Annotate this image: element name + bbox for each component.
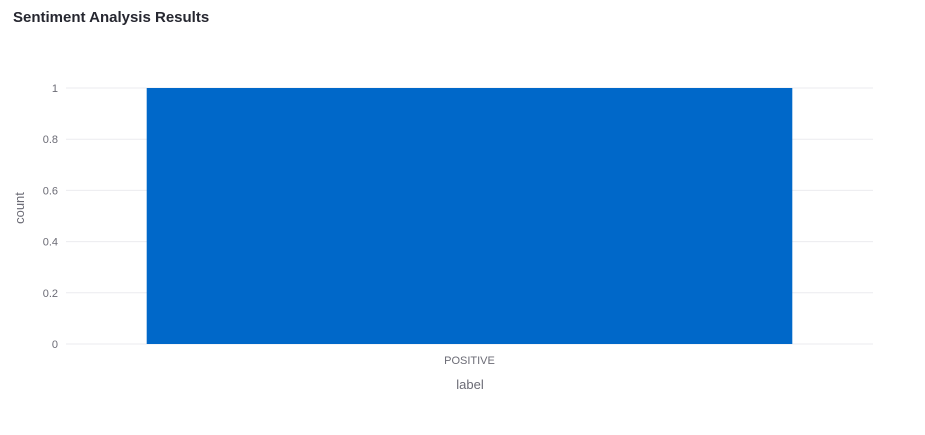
bars	[146, 88, 793, 344]
x-axis-title: label	[456, 377, 484, 392]
y-tick-label: 0	[52, 339, 58, 351]
y-tick-label: 1	[52, 83, 58, 95]
y-axis-title: count	[12, 192, 27, 224]
bar-chart: 0 0.2 0.4 0.6 0.8 1 POSITIVE label count	[12, 83, 873, 392]
y-tick-label: 0.6	[43, 185, 58, 197]
y-tick-label: 0.2	[43, 288, 58, 300]
y-tick-label: 0.4	[43, 237, 58, 249]
y-axis-ticks: 0 0.2 0.4 0.6 0.8 1	[43, 83, 58, 351]
x-tick-label: POSITIVE	[444, 355, 495, 367]
x-axis-ticks: POSITIVE	[444, 355, 495, 367]
bar-positive[interactable]	[146, 88, 793, 344]
chart-page: Sentiment Analysis Results 0 0.2 0.4 0.6 0.8…	[0, 0, 925, 435]
y-tick-label: 0.8	[43, 134, 58, 146]
